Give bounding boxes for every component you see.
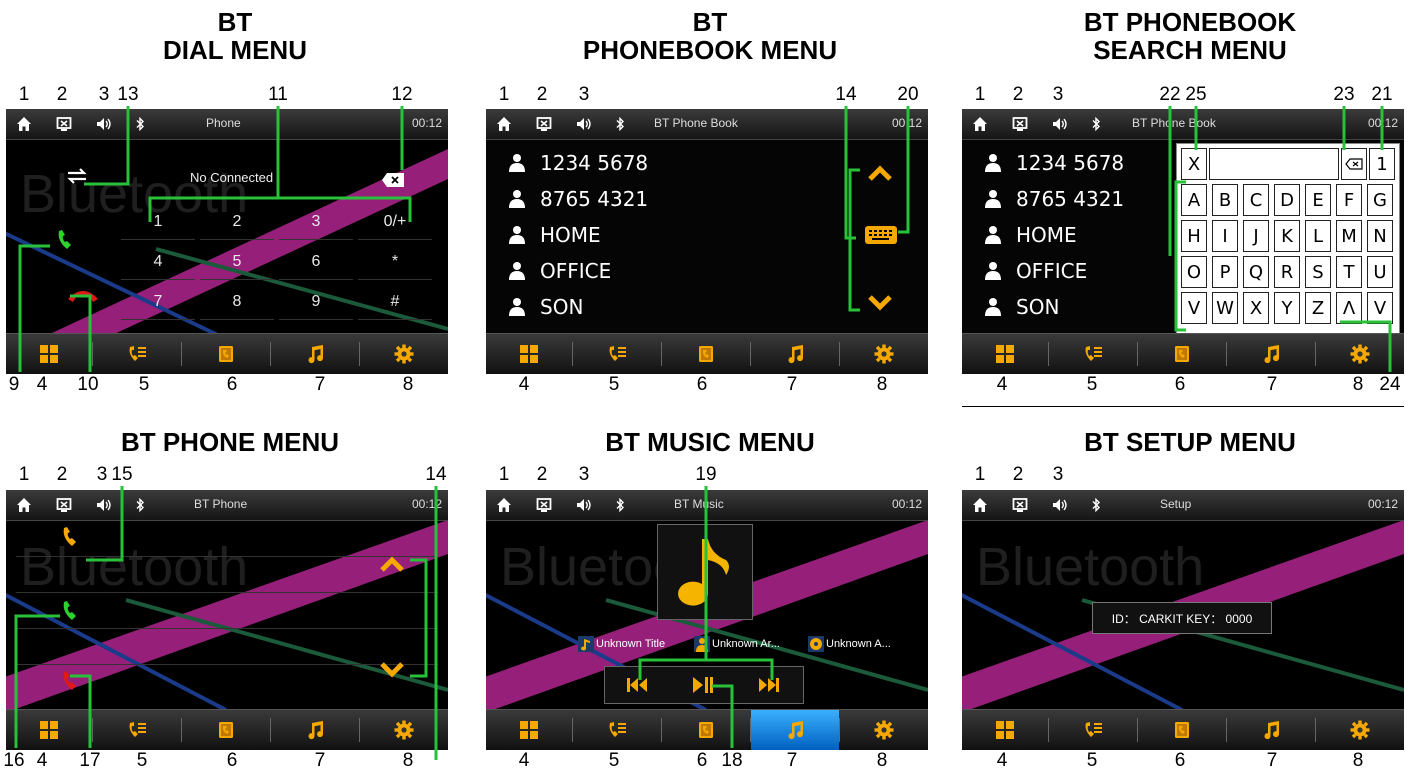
callout-leader-lines bbox=[14, 106, 1392, 760]
